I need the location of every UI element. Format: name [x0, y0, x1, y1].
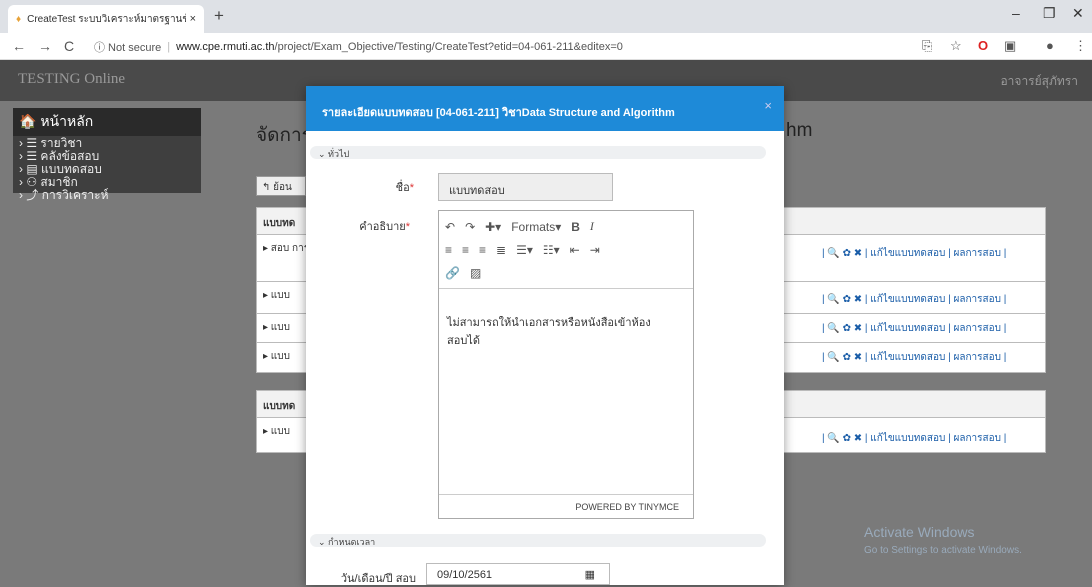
- redo-icon[interactable]: ↷: [465, 220, 475, 234]
- indent-icon[interactable]: ⇥: [590, 243, 600, 257]
- link-icon[interactable]: 🔗: [445, 266, 460, 280]
- insert-icon[interactable]: ✚▾: [485, 220, 501, 234]
- section-general[interactable]: ⌄ ทั่วไป: [310, 146, 766, 159]
- date-value: 09/10/2561: [437, 569, 493, 581]
- row-text: ▸ แบบ: [263, 322, 290, 333]
- section-schedule[interactable]: ⌄ กำหนดเวลา: [310, 534, 766, 547]
- justify-icon[interactable]: ≣: [496, 243, 506, 257]
- sidebar-home-label: หน้าหลัก: [40, 113, 94, 129]
- extension-icon[interactable]: ▣: [1004, 38, 1016, 54]
- name-label-text: ชื่อ: [395, 182, 410, 194]
- row-actions[interactable]: | 🔍 ✿ ✖ | แก้ไขแบบทดสอบ | ผลการสอบ |: [822, 350, 1006, 365]
- row-text: ▸ แบบ: [263, 426, 290, 437]
- url-host: www.cpe.rmuti.ac.th: [176, 40, 275, 53]
- flame-icon: ♦: [16, 13, 22, 25]
- url-path: /project/Exam_Objective/Testing/CreateTe…: [274, 40, 623, 53]
- date-label: วัน/เดือน/ปี สอบ: [340, 573, 416, 585]
- back-label: ย้อน: [273, 182, 292, 193]
- image-icon[interactable]: ▨: [470, 266, 481, 280]
- sidebar-item-label: การวิเคราะห์: [41, 188, 109, 202]
- sidebar-item-members[interactable]: › ⚇ สมาชิก: [13, 176, 201, 188]
- new-tab-button[interactable]: +: [214, 6, 224, 26]
- sidebar-item-label: คลังข้อสอบ: [40, 149, 100, 163]
- editor-content[interactable]: ไม่สามารถให้นำเอกสารหรือหนังสือเข้าห้องส…: [439, 289, 669, 373]
- address-bar: ← → C ⓘ Not secure | www.cpe.rmuti.ac.th…: [0, 33, 1092, 60]
- section-title: กำหนดเวลา: [328, 537, 376, 547]
- user-menu[interactable]: อาจารย์สุภัทรา: [1000, 72, 1078, 91]
- page-title: จัดการ: [256, 125, 312, 146]
- bullet-list-icon[interactable]: ☰▾: [516, 243, 533, 257]
- description-label: คำอธิบาย*: [359, 221, 410, 233]
- opera-icon[interactable]: O: [978, 38, 988, 53]
- calendar-icon[interactable]: ▦: [585, 568, 595, 581]
- back-arrow-icon[interactable]: ←: [12, 38, 26, 54]
- align-right-icon[interactable]: ≡: [479, 243, 486, 257]
- sidebar-home[interactable]: 🏠 หน้าหลัก: [13, 108, 201, 136]
- security-label: ⓘ Not secure: [94, 41, 162, 54]
- undo-icon[interactable]: ↶: [445, 220, 455, 234]
- row-actions[interactable]: | 🔍 ✿ ✖ | แก้ไขแบบทดสอบ | ผลการสอบ |: [822, 292, 1006, 307]
- url-field[interactable]: ⓘ Not secure | www.cpe.rmuti.ac.th /proj…: [94, 36, 912, 57]
- outdent-icon[interactable]: ⇤: [570, 243, 580, 257]
- italic-icon[interactable]: I: [590, 219, 594, 234]
- translate-icon[interactable]: ⎘: [922, 38, 932, 54]
- row-actions[interactable]: | 🔍 ✿ ✖ | แก้ไขแบบทดสอบ | ผลการสอบ |: [822, 431, 1006, 446]
- formats-label: Formats: [511, 219, 556, 234]
- browser-tab[interactable]: ♦ CreateTest ระบบวิเคราะห์มาตรฐานข้… ×: [8, 5, 204, 33]
- app-brand[interactable]: TESTING Online: [18, 71, 125, 88]
- row-text: ▸ แบบ: [263, 351, 290, 362]
- star-icon[interactable]: ☆: [950, 38, 962, 54]
- name-label: ชื่อ*: [395, 182, 414, 194]
- reload-icon[interactable]: C: [64, 38, 74, 54]
- modal-title: รายละเอียดแบบทดสอบ [04-061-211] วิชาData…: [322, 107, 675, 119]
- activation-watermark-sub: Go to Settings to activate Windows.: [864, 545, 1022, 556]
- tab-close-icon[interactable]: ×: [190, 13, 196, 25]
- sidebar-item-courses[interactable]: › ☰ รายวิชา: [13, 137, 201, 149]
- sidebar-item-label: สมาชิก: [40, 175, 78, 189]
- numbered-list-icon[interactable]: ☷▾: [543, 243, 560, 257]
- name-field[interactable]: แบบทดสอบ: [438, 173, 613, 201]
- close-icon[interactable]: ×: [764, 98, 772, 113]
- description-label-text: คำอธิบาย: [359, 221, 406, 233]
- page-title-tail: hm: [786, 120, 813, 141]
- bold-icon[interactable]: B: [571, 220, 580, 234]
- panel-title: แบบทด: [263, 218, 296, 229]
- row-actions[interactable]: | 🔍 ✿ ✖ | แก้ไขแบบทดสอบ | ผลการสอบ |: [822, 321, 1006, 336]
- panel-title: แบบทด: [263, 401, 296, 412]
- sidebar-item-analysis[interactable]: › ⤴ การวิเคราะห์: [13, 189, 201, 201]
- tab-title: CreateTest ระบบวิเคราะห์มาตรฐานข้…: [27, 13, 186, 25]
- align-center-icon[interactable]: ≡: [462, 243, 469, 257]
- align-left-icon[interactable]: ≡: [445, 243, 452, 257]
- date-field[interactable]: 09/10/2561 ▦: [426, 563, 610, 585]
- close-window-button[interactable]: ✕: [1072, 5, 1084, 22]
- minimize-button[interactable]: –: [1012, 5, 1020, 21]
- profile-icon[interactable]: ●: [1046, 38, 1054, 53]
- sidebar-item-label: รายวิชา: [40, 136, 83, 150]
- back-button[interactable]: ↰ ย้อน: [256, 176, 306, 196]
- maximize-button[interactable]: ❐: [1043, 5, 1056, 22]
- browser-tab-strip: ♦ CreateTest ระบบวิเคราะห์มาตรฐานข้… × +…: [0, 0, 1092, 33]
- formats-dropdown[interactable]: Formats▾: [511, 220, 561, 234]
- modal-header: รายละเอียดแบบทดสอบ [04-061-211] วิชาData…: [306, 86, 784, 131]
- sidebar: 🏠 หน้าหลัก › ☰ รายวิชา › ☰ คลังข้อสอบ › …: [13, 108, 201, 201]
- row-text: ▸ แบบ: [263, 290, 290, 301]
- sidebar-item-question-bank[interactable]: › ☰ คลังข้อสอบ: [13, 150, 201, 162]
- section-title: ทั่วไป: [328, 149, 350, 159]
- row-actions[interactable]: | 🔍 ✿ ✖ | แก้ไขแบบทดสอบ | ผลการสอบ |: [822, 246, 1006, 261]
- sidebar-item-label: แบบทดสอบ: [41, 162, 102, 176]
- editor-toolbar: ↶ ↷ ✚▾ Formats▾ B I ≡ ≡ ≡ ≣ ☰▾ ☷▾ ⇤ ⇥ 🔗 …: [439, 211, 693, 289]
- forward-arrow-icon[interactable]: →: [38, 38, 52, 54]
- sidebar-item-tests[interactable]: › ▤ แบบทดสอบ: [13, 163, 201, 175]
- menu-icon[interactable]: ⋮: [1074, 38, 1087, 54]
- rich-text-editor[interactable]: ↶ ↷ ✚▾ Formats▾ B I ≡ ≡ ≡ ≣ ☰▾ ☷▾ ⇤ ⇥ 🔗 …: [438, 210, 694, 519]
- editor-powered-by: POWERED BY TINYMCE: [439, 494, 693, 518]
- activation-watermark: Activate Windows: [864, 524, 975, 540]
